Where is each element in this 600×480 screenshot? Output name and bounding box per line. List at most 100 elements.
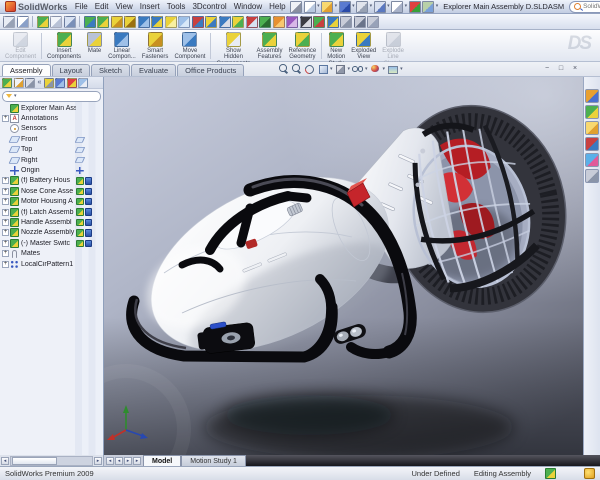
undo-icon-dropdown[interactable]: ▾ (387, 4, 390, 9)
tab-layout[interactable]: Layout (52, 64, 91, 76)
hide-show-items-icon[interactable] (352, 63, 363, 74)
print-icon[interactable] (356, 1, 368, 13)
tree-item-nozzle-assembly[interactable]: +Nozzle Assembly (0, 228, 103, 238)
menu-3dcontrol[interactable]: 3Dcontrol (189, 2, 230, 11)
hide-show-component-icon[interactable] (165, 16, 177, 28)
smart-fastener-small-icon[interactable] (124, 16, 136, 28)
select-cursor-icon[interactable] (391, 1, 403, 13)
tab-assembly[interactable]: Assembly (2, 64, 51, 76)
tree-item-sensors[interactable]: Sensors (0, 124, 103, 134)
tab-scroll-prev-button[interactable]: ◂ (115, 457, 123, 465)
smart-fasteners-button[interactable]: SmartFasteners (139, 31, 172, 61)
tree-item--f-battery-hous[interactable]: +(f) Battery Hous (0, 176, 103, 186)
zebra-stripes-icon[interactable] (300, 16, 312, 28)
dimension-icon[interactable] (354, 16, 366, 28)
tree-item-origin[interactable]: Origin (0, 165, 103, 175)
tree-horizontal-scrollbar[interactable]: ◂ ▸ (0, 455, 104, 466)
tab-sketch[interactable]: Sketch (91, 64, 130, 76)
menu-help[interactable]: Help (266, 2, 289, 11)
assembly-xpert-icon[interactable] (327, 16, 339, 28)
display-style-icon-dropdown[interactable]: ▾ (348, 66, 351, 72)
rotate-component-icon[interactable] (151, 16, 163, 28)
open-icon[interactable] (321, 1, 333, 13)
box-select-icon[interactable] (50, 16, 62, 28)
save-icon-dropdown[interactable]: ▾ (352, 4, 355, 9)
menu-insert[interactable]: Insert (136, 2, 163, 11)
tab-scroll-next-button[interactable]: ▸ (124, 457, 132, 465)
doc-restore-button[interactable]: □ (556, 64, 566, 74)
options-icon[interactable] (422, 1, 434, 13)
menu-tools[interactable]: Tools (163, 2, 189, 11)
expand-icon[interactable]: + (2, 240, 9, 247)
doc-minimize-button[interactable]: − (542, 64, 552, 74)
selection-filter-icon[interactable] (3, 16, 15, 28)
scrollbar-thumb[interactable] (12, 457, 57, 465)
sketch-small-icon[interactable] (340, 16, 352, 28)
expand-icon[interactable]: + (2, 261, 9, 268)
expand-icon[interactable]: + (2, 177, 9, 184)
mass-properties-icon[interactable] (219, 16, 231, 28)
reference-geometry-button[interactable]: ReferenceGeometry▾ (286, 31, 320, 66)
tree-item-handle-assembl[interactable]: +Handle Assembl (0, 217, 103, 227)
view-orientation-icon-dropdown[interactable]: ▾ (330, 66, 333, 72)
exploded-view-button[interactable]: ExplodedView (348, 31, 379, 61)
tree-item-mates[interactable]: +Mates (0, 248, 103, 258)
menu-edit[interactable]: Edit (91, 2, 112, 11)
motion-icon[interactable] (273, 16, 285, 28)
expand-icon[interactable]: + (2, 219, 9, 226)
expand-icon[interactable]: + (2, 209, 9, 216)
print-icon-dropdown[interactable]: ▾ (370, 4, 373, 9)
edit-appearance-icon-dropdown[interactable]: ▾ (383, 66, 386, 72)
propertymanager-tab-icon[interactable] (14, 78, 24, 88)
tree-item-explorer-main-assem[interactable]: Explorer Main Assem (0, 103, 103, 113)
tab-evaluate[interactable]: Evaluate (131, 64, 176, 76)
display-style-icon[interactable] (335, 63, 346, 74)
file-explorer-icon[interactable] (585, 121, 599, 135)
expand-icon[interactable]: + (2, 250, 9, 257)
zoom-area-icon[interactable] (291, 63, 302, 74)
change-transparency-icon[interactable] (178, 16, 190, 28)
tree-item-annotations[interactable]: +Annotations (0, 113, 103, 123)
tree-item--f-latch-assemb[interactable]: +(f) Latch Assemb (0, 207, 103, 217)
design-library-icon[interactable] (585, 105, 599, 119)
tree-item--master-switc[interactable]: +(-) Master Switc (0, 238, 103, 248)
simulation-icon[interactable] (259, 16, 271, 28)
move-component-small-icon[interactable] (138, 16, 150, 28)
filter-dropdown-icon[interactable]: ▾ (14, 93, 17, 99)
tree-item-top[interactable]: Top (0, 145, 103, 155)
solidworks-resources-icon[interactable] (585, 89, 599, 103)
tree-filter-box[interactable]: ▾ (2, 91, 101, 102)
open-icon-dropdown[interactable]: ▾ (335, 4, 338, 9)
curvature-icon[interactable] (286, 16, 298, 28)
graphics-viewport[interactable] (104, 77, 583, 455)
tree-item-front[interactable]: Front (0, 134, 103, 144)
scroll-left-icon[interactable]: ◂ (1, 457, 9, 465)
assembly-features-button[interactable]: AssemblyFeatures (254, 31, 286, 61)
collapse-pane-button[interactable]: « (38, 79, 42, 87)
measure-icon[interactable] (205, 16, 217, 28)
section-view-small-icon[interactable] (246, 16, 258, 28)
options-icon-dropdown[interactable]: ▾ (436, 4, 439, 9)
search-box[interactable] (569, 1, 600, 13)
draft-analysis-icon[interactable] (313, 16, 325, 28)
pencil-icon[interactable] (290, 1, 302, 13)
tree-item-localcirpattern1[interactable]: +LocalCirPattern1 (0, 259, 103, 269)
zoom-fit-icon[interactable] (278, 63, 289, 74)
exploded-view-small-icon[interactable] (232, 16, 244, 28)
mate-button[interactable]: Mate (84, 31, 105, 54)
select-arrow-icon[interactable] (17, 16, 29, 28)
tab-scroll-first-button[interactable]: ◂ (106, 457, 114, 465)
view-orientation-icon[interactable] (317, 63, 328, 74)
tree-item-motor-housing-a[interactable]: +Motor Housing A (0, 197, 103, 207)
expand-icon[interactable]: + (2, 188, 9, 195)
quick-tips-icon[interactable] (584, 468, 595, 479)
undo-icon[interactable] (374, 1, 386, 13)
tab-office-products[interactable]: Office Products (177, 64, 244, 76)
menu-window[interactable]: Window (230, 2, 265, 11)
mate-small-icon[interactable] (111, 16, 123, 28)
select-cursor-icon-dropdown[interactable]: ▾ (405, 4, 408, 9)
save-icon[interactable] (339, 1, 351, 13)
view-palette-icon[interactable] (585, 137, 599, 151)
edit-appearance-icon[interactable] (370, 63, 381, 74)
relations-icon[interactable] (367, 16, 379, 28)
